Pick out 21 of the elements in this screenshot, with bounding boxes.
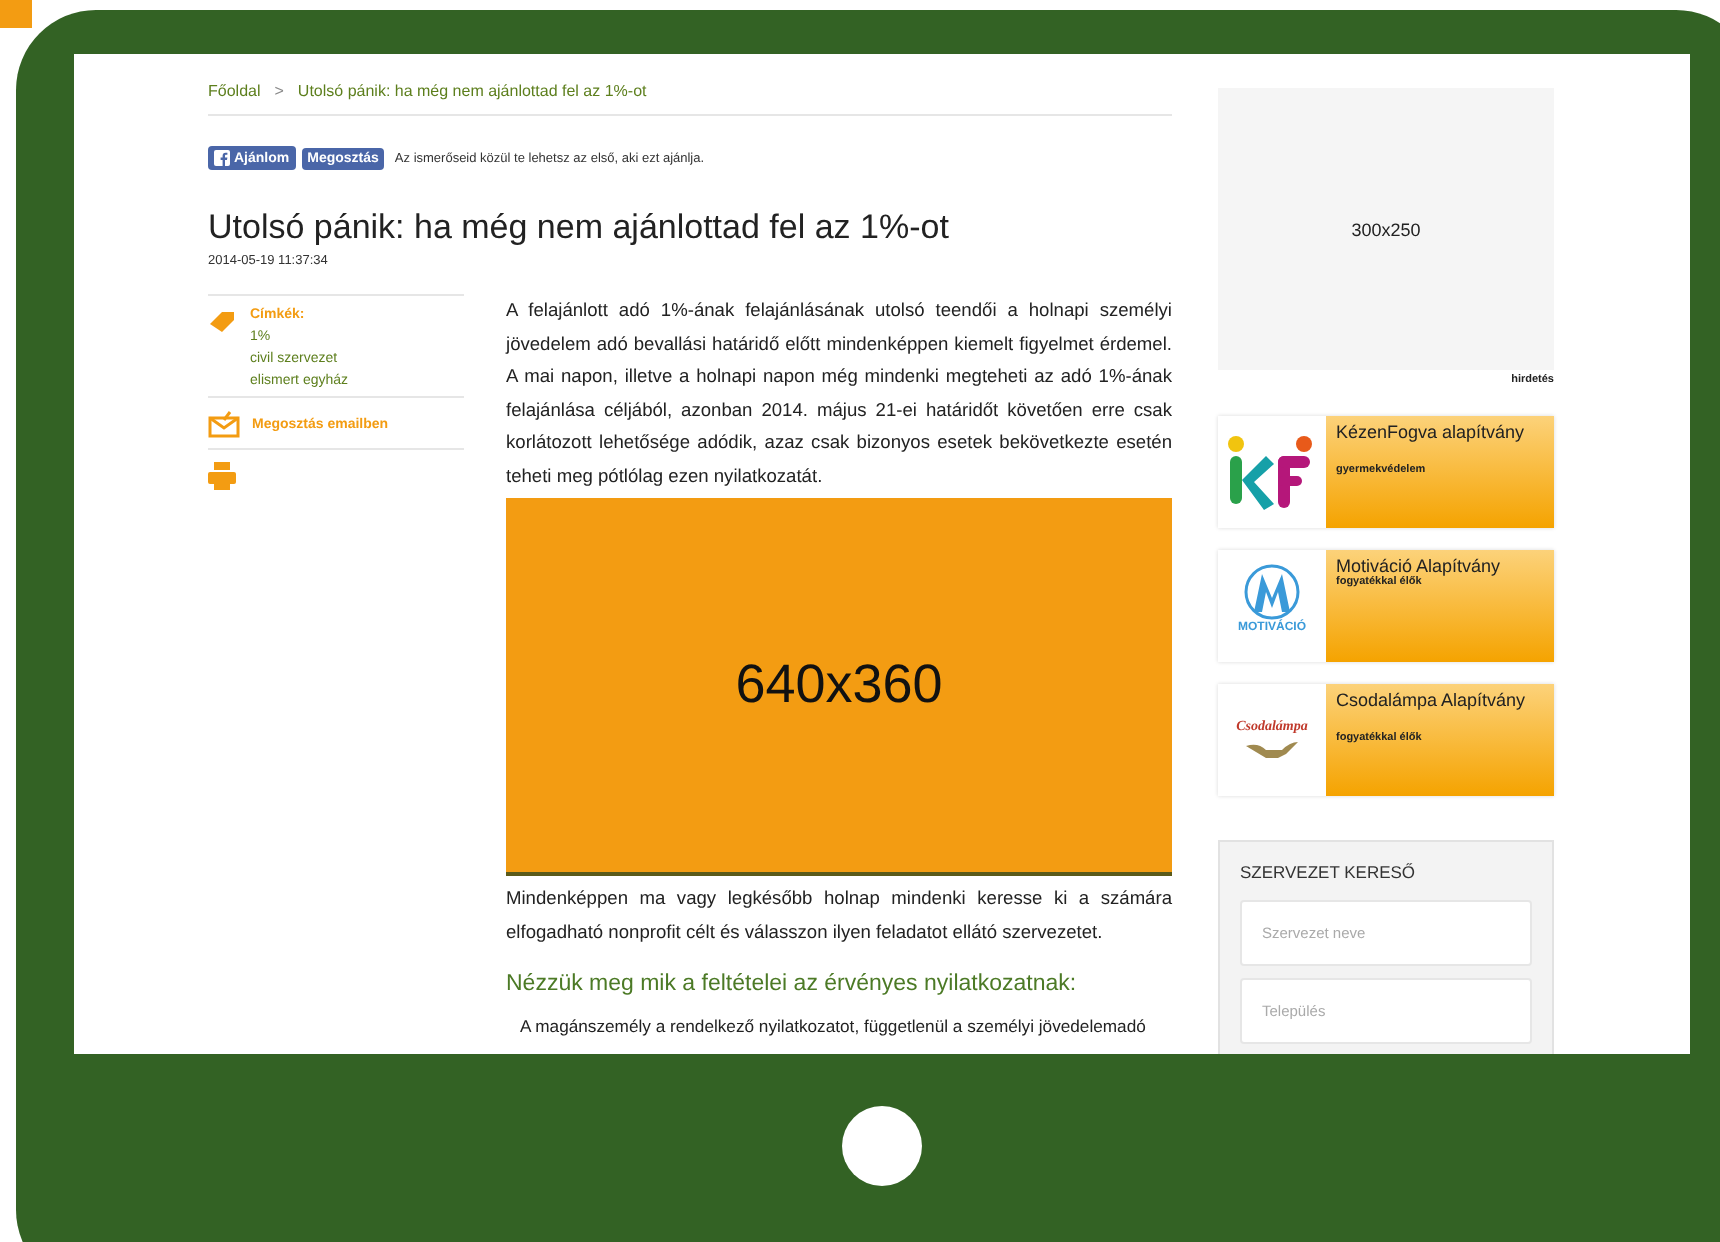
article-subheading: Nézzük meg mik a feltételei az érvényes nyilatkozatnak:	[506, 972, 1079, 996]
article-paragraph: A magánszemély a rendelkező nyilatkozatot, függetlenül a személyi jövedelemadó	[518, 1016, 1148, 1038]
ad-size: 300x250	[1351, 219, 1421, 239]
facebook-icon	[214, 150, 230, 166]
m-logo-icon	[1240, 562, 1304, 622]
mail-icon	[208, 410, 240, 438]
organization-name: Csodalámpa Alapítvány	[1336, 690, 1528, 710]
breadcrumb-link[interactable]: Utolsó pánik: ha még nem ajánlottad fel az 1%-ot	[297, 82, 647, 100]
organization-name: KézenFogva alapítvány	[1336, 422, 1527, 442]
home-button[interactable]	[842, 1106, 922, 1186]
placeholder-size: 640x360	[735, 654, 943, 716]
article-title: Utolsó pánik: ha még nem ajánlottad fel az 1%-ot	[208, 208, 951, 248]
article-paragraph: A felajánlott adó 1%-ának felajánlásának utolsó teendői a holnapi személyi jövedelem adó bevallási határidő előtt mindenképpen kiemelt figyelmet érdemel. A mai napon, illetve a holnapi napon még mindenki megteheti az adó 1%-ának felajánlása céljából, azonban 2014. május 21-ei határidőt követően erre csak korlátozott lehetősége adódik, azaz csak bizonyos esetek bekövetkezte esetén teheti meg pótlólag ezen nyilatkozatát.	[506, 298, 1172, 490]
breadcrumb-link[interactable]: Főoldal	[208, 82, 261, 100]
corner-marker	[0, 0, 32, 28]
logo-drawing	[1218, 416, 1326, 528]
breadcrumb-separator: >	[274, 82, 284, 100]
tag-icon	[208, 308, 236, 332]
search-title: SZERVEZET KERESŐ	[1240, 862, 1418, 882]
organization-name: Motiváció Alapítvány	[1336, 556, 1503, 576]
article-paragraph: Mindenképpen ma vagy legkésőbb holnap mindenki keresse ki a számára elfogadható nonprofit célt és válasszon ilyen feladatot ellátó szervezetet.	[506, 886, 1172, 946]
